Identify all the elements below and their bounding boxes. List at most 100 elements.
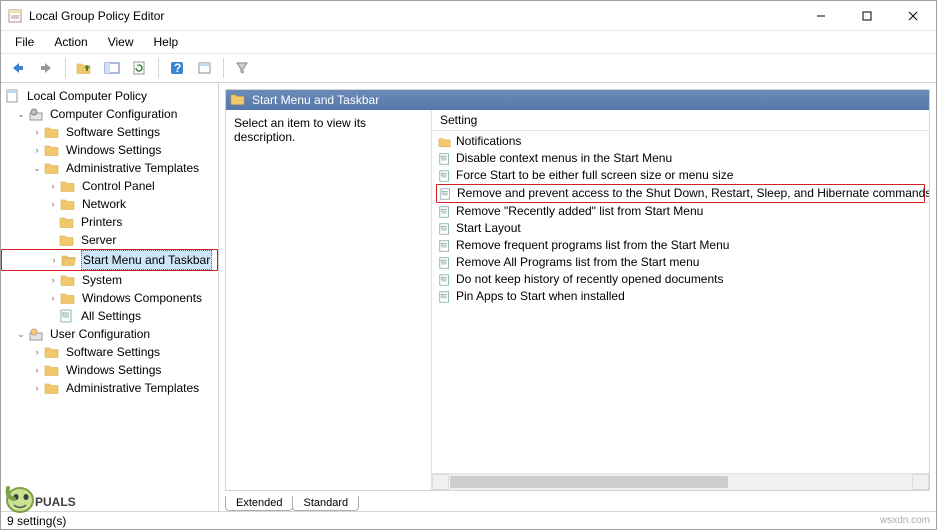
app-icon: [7, 8, 23, 24]
settings-column: Setting NotificationsDisable context men…: [431, 110, 929, 490]
tree-label: Windows Settings: [64, 141, 163, 159]
folder-icon: [59, 215, 75, 229]
tree-printers[interactable]: Printers: [1, 213, 218, 231]
details-frame: Start Menu and Taskbar Select an item to…: [225, 89, 930, 491]
policy-icon: [438, 273, 452, 287]
tree-all-settings[interactable]: All Settings: [1, 307, 218, 325]
tree-server[interactable]: Server: [1, 231, 218, 249]
folder-icon: [60, 179, 76, 193]
setting-row[interactable]: Disable context menus in the Start Menu: [432, 150, 929, 167]
menubar: File Action View Help: [1, 31, 936, 53]
show-hide-tree-button[interactable]: [100, 57, 124, 79]
setting-row[interactable]: Do not keep history of recently opened d…: [432, 271, 929, 288]
tree-computer-config[interactable]: ⌄ Computer Configuration: [1, 105, 218, 123]
tree-label: Windows Components: [80, 289, 204, 307]
tree-start-menu[interactable]: › Start Menu and Taskbar: [1, 249, 218, 271]
properties-button[interactable]: [193, 57, 217, 79]
expand-icon[interactable]: ›: [31, 382, 43, 394]
content-body: Local Computer Policy ⌄ Computer Configu…: [1, 83, 936, 511]
setting-row[interactable]: Force Start to be either full screen siz…: [432, 167, 929, 184]
description-column: Select an item to view its description.: [226, 110, 431, 490]
tree-label: Computer Configuration: [48, 105, 179, 123]
setting-row[interactable]: Notifications: [432, 133, 929, 150]
expand-icon[interactable]: ›: [31, 346, 43, 358]
collapse-icon[interactable]: ⌄: [15, 328, 27, 340]
tree-label: Server: [79, 231, 118, 249]
menu-file[interactable]: File: [7, 33, 42, 51]
setting-row[interactable]: Remove All Programs list from the Start …: [432, 254, 929, 271]
tree-system[interactable]: › System: [1, 271, 218, 289]
menu-help[interactable]: Help: [146, 33, 187, 51]
folder-icon: [44, 381, 60, 395]
tree-uc-windows[interactable]: › Windows Settings: [1, 361, 218, 379]
expand-icon[interactable]: ›: [47, 198, 59, 210]
tree-pane[interactable]: Local Computer Policy ⌄ Computer Configu…: [1, 83, 219, 511]
folder-icon: [60, 291, 76, 305]
expand-icon[interactable]: ›: [31, 144, 43, 156]
maximize-button[interactable]: [844, 1, 890, 31]
tree-cc-admin[interactable]: ⌄ Administrative Templates: [1, 159, 218, 177]
policy-icon: [438, 169, 452, 183]
tree-label: Printers: [79, 213, 124, 231]
pane-body: Select an item to view its description. …: [226, 110, 929, 490]
tree-uc-admin[interactable]: › Administrative Templates: [1, 379, 218, 397]
filter-button[interactable]: [230, 57, 254, 79]
folder-icon: [44, 345, 60, 359]
refresh-button[interactable]: [128, 57, 152, 79]
policy-icon: [438, 239, 452, 253]
help-button[interactable]: ?: [165, 57, 189, 79]
expand-icon[interactable]: ›: [31, 364, 43, 376]
menu-view[interactable]: View: [100, 33, 142, 51]
setting-row[interactable]: Remove "Recently added" list from Start …: [432, 203, 929, 220]
watermark: wsxdn.com: [880, 515, 930, 526]
tree-label: Software Settings: [64, 123, 162, 141]
tree-root[interactable]: Local Computer Policy: [1, 87, 218, 105]
policy-icon: [438, 152, 452, 166]
tab-standard[interactable]: Standard: [292, 496, 359, 511]
column-header-setting[interactable]: Setting: [432, 110, 929, 131]
expand-icon[interactable]: ›: [48, 254, 60, 266]
setting-row[interactable]: Start Layout: [432, 220, 929, 237]
folder-icon: [60, 197, 76, 211]
user-config-icon: [28, 327, 44, 341]
toolbar: ?: [1, 53, 936, 83]
tree-label: Windows Settings: [64, 361, 163, 379]
tree-cc-windows[interactable]: › Windows Settings: [1, 141, 218, 159]
tree-control-panel[interactable]: › Control Panel: [1, 177, 218, 195]
folder-icon: [60, 273, 76, 287]
horizontal-scrollbar[interactable]: [432, 473, 929, 490]
expand-icon[interactable]: ›: [47, 180, 59, 192]
window-title: Local Group Policy Editor: [29, 9, 798, 23]
expand-icon[interactable]: ›: [47, 274, 59, 286]
tree-label: Start Menu and Taskbar: [81, 250, 212, 270]
minimize-button[interactable]: [798, 1, 844, 31]
titlebar[interactable]: Local Group Policy Editor: [1, 1, 936, 31]
setting-row[interactable]: Pin Apps to Start when installed: [432, 288, 929, 305]
menu-action[interactable]: Action: [46, 33, 95, 51]
folder-icon: [59, 233, 75, 247]
up-button[interactable]: [72, 57, 96, 79]
tree-user-config[interactable]: ⌄ User Configuration: [1, 325, 218, 343]
tree-uc-software[interactable]: › Software Settings: [1, 343, 218, 361]
tree-label: User Configuration: [48, 325, 152, 343]
collapse-icon[interactable]: ⌄: [15, 108, 27, 120]
setting-row[interactable]: Remove and prevent access to the Shut Do…: [436, 184, 925, 203]
status-text: 9 setting(s): [7, 514, 66, 528]
expand-icon[interactable]: ›: [31, 126, 43, 138]
collapse-icon[interactable]: ⌄: [31, 162, 43, 174]
forward-button[interactable]: [35, 57, 59, 79]
tree-label: Administrative Templates: [64, 159, 201, 177]
setting-label: Force Start to be either full screen siz…: [456, 167, 733, 184]
back-button[interactable]: [7, 57, 31, 79]
tree-network[interactable]: › Network: [1, 195, 218, 213]
tree-windows-components[interactable]: › Windows Components: [1, 289, 218, 307]
expand-icon[interactable]: ›: [47, 292, 59, 304]
tab-extended[interactable]: Extended: [225, 496, 293, 511]
setting-label: Remove frequent programs list from the S…: [456, 237, 729, 254]
tree-label: Network: [80, 195, 128, 213]
settings-list[interactable]: NotificationsDisable context menus in th…: [432, 131, 929, 473]
setting-row[interactable]: Remove frequent programs list from the S…: [432, 237, 929, 254]
right-pane: Start Menu and Taskbar Select an item to…: [219, 83, 936, 511]
close-button[interactable]: [890, 1, 936, 31]
tree-cc-software[interactable]: › Software Settings: [1, 123, 218, 141]
